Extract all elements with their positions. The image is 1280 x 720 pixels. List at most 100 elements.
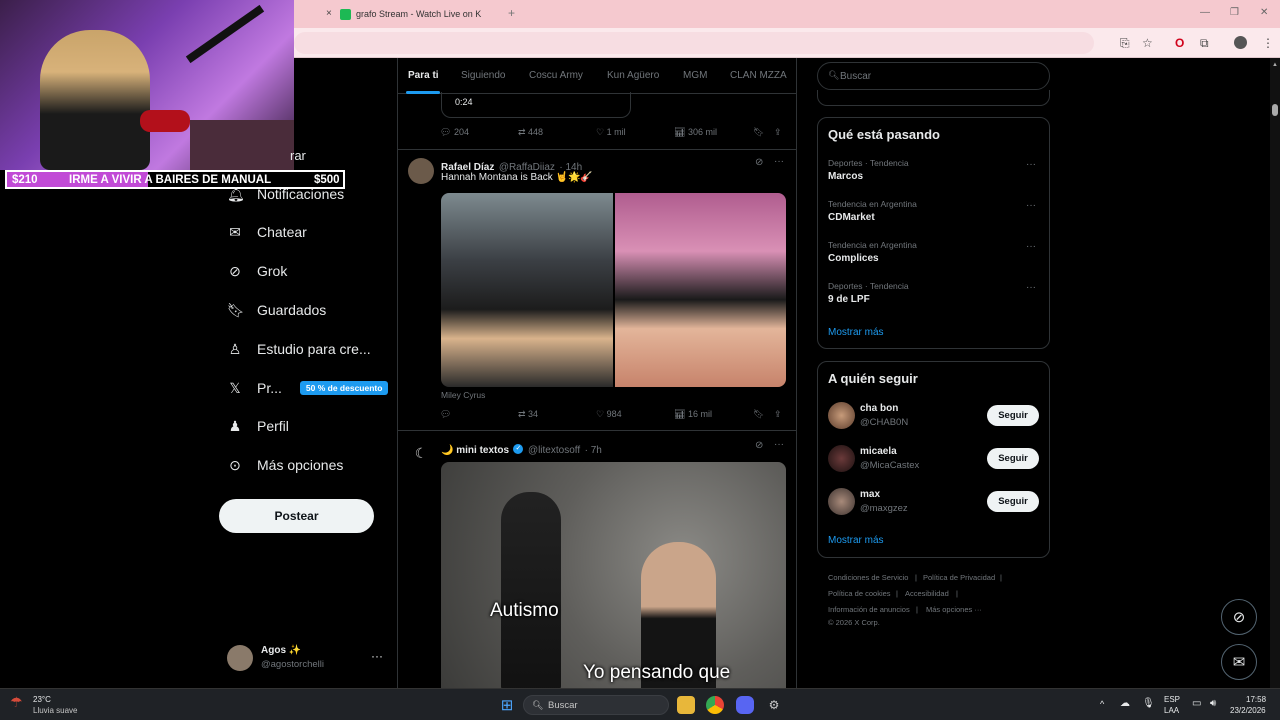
profile-avatar-icon[interactable] [1234, 36, 1247, 49]
volume-icon[interactable]: 🔊︎ [1210, 698, 1216, 709]
scrollbar-thumb[interactable] [1272, 104, 1278, 116]
video-card[interactable]: 0:24 [441, 92, 631, 118]
account-switcher[interactable]: Agos ✨ @agostorchelli ··· [227, 643, 387, 673]
cast-icon[interactable]: ⎘ [1120, 36, 1130, 51]
avatar[interactable] [828, 402, 855, 429]
moon-avatar-icon[interactable]: ☾ [408, 440, 434, 466]
post-button[interactable]: Postear [219, 499, 374, 533]
extensions-icon[interactable]: ⧉ [1200, 36, 1209, 51]
footer-privacy-link[interactable]: Política de Privacidad [923, 573, 995, 582]
file-explorer-icon[interactable] [677, 696, 695, 714]
post-photo[interactable] [441, 193, 786, 387]
author-name[interactable]: 🌙 mini textos [441, 445, 509, 456]
like-button[interactable]: ♡ 984 [596, 409, 622, 420]
follow-name[interactable]: micaela [860, 446, 897, 457]
nav-saved[interactable]: 🔖︎ Guardados [227, 298, 326, 322]
tab-mgm[interactable]: MGM [683, 70, 707, 81]
avatar[interactable] [408, 158, 434, 184]
footer-more-link[interactable]: Más opciones ··· [926, 605, 982, 614]
nav-more-options[interactable]: ⊙ Más opciones [227, 453, 343, 477]
follow-button[interactable]: Seguir [987, 448, 1039, 469]
network-icon[interactable]: ▭ [1192, 698, 1201, 709]
share-button[interactable]: ⇪ [774, 127, 782, 138]
clock-date[interactable]: 23/2/2026 [1230, 706, 1266, 715]
tab-siguiendo[interactable]: Siguiendo [461, 70, 505, 81]
nav-grok[interactable]: ⊘ Grok [227, 259, 287, 283]
grok-icon[interactable]: ⊘ [755, 157, 763, 168]
bookmark-button[interactable]: 🔖︎ [753, 409, 764, 420]
bookmark-button[interactable]: 🔖︎ [753, 127, 764, 138]
discord-icon[interactable] [736, 696, 754, 714]
more-icon[interactable]: ··· [774, 156, 784, 167]
avatar[interactable] [828, 488, 855, 515]
trend-term[interactable]: Complices [828, 253, 879, 264]
messages-fab-icon[interactable]: ✉ [1221, 644, 1257, 680]
nav-creator-studio[interactable]: ♙ Estudio para cre... [227, 337, 371, 361]
mic-icon[interactable]: 🎙︎ [1142, 698, 1155, 709]
search-input[interactable]: 🔍︎ Buscar [817, 62, 1050, 90]
grok-fab-icon[interactable]: ⊘ [1221, 599, 1257, 635]
show-more-trends-link[interactable]: Mostrar más [828, 327, 884, 338]
browser-tab[interactable]: grafo Stream - Watch Live on K [340, 4, 498, 24]
follow-handle[interactable]: @maxgzez [860, 503, 908, 514]
repost-button[interactable]: ⇄ 448 [518, 127, 543, 138]
page-scrollbar[interactable]: ▲ [1270, 58, 1280, 688]
language-bottom[interactable]: LAA [1164, 706, 1179, 715]
nav-chat[interactable]: ✉ Chatear [227, 220, 307, 244]
trend-term[interactable]: 9 de LPF [828, 294, 870, 305]
trend-more-icon[interactable]: ··· [1026, 282, 1036, 293]
avatar[interactable] [828, 445, 855, 472]
reply-button[interactable]: 💬︎ 204 [440, 127, 469, 138]
footer-ads-link[interactable]: Información de anuncios [828, 605, 910, 614]
trend-more-icon[interactable]: ··· [1026, 159, 1036, 170]
cloud-icon[interactable]: ☁ [1120, 698, 1130, 709]
minimize-icon[interactable]: — [1200, 7, 1210, 18]
tab-para-ti[interactable]: Para ti [408, 70, 439, 81]
footer-accessibility-link[interactable]: Accesibilidad [905, 589, 949, 598]
nav-profile[interactable]: ♟ Perfil [227, 414, 289, 438]
new-tab-button[interactable]: + [508, 6, 515, 20]
close-window-icon[interactable]: ✕ [1260, 7, 1268, 18]
nav-premium[interactable]: 𝕏 Pr... 50 % de descuento [227, 376, 389, 400]
footer-cookies-link[interactable]: Política de cookies [828, 589, 891, 598]
trend-term[interactable]: CDMarket [828, 212, 875, 223]
share-button[interactable]: ⇪ [774, 409, 782, 420]
follow-button[interactable]: Seguir [987, 405, 1039, 426]
reply-button[interactable]: 💬︎ [440, 409, 451, 420]
trend-more-icon[interactable]: ··· [1026, 241, 1036, 252]
tray-chevron-icon[interactable]: ^ [1100, 699, 1104, 709]
settings-gear-icon[interactable]: ⚙ [765, 696, 783, 714]
follow-button[interactable]: Seguir [987, 491, 1039, 512]
author-handle[interactable]: @litextosoff [528, 445, 580, 456]
views-button[interactable]: 📊︎ 306 mil [674, 127, 717, 138]
follow-name[interactable]: cha bon [860, 403, 898, 414]
footer-terms-link[interactable]: Condiciones de Servicio [828, 573, 908, 582]
language-top[interactable]: ESP [1164, 695, 1180, 704]
account-more-icon[interactable]: ··· [371, 649, 383, 663]
opera-extension-icon[interactable]: O [1175, 36, 1184, 50]
grok-icon[interactable]: ⊘ [755, 440, 763, 451]
views-button[interactable]: 📊︎ 16 mil [674, 409, 712, 420]
bookmark-star-icon[interactable]: ☆ [1142, 36, 1153, 50]
windows-start-icon[interactable]: ⊞ [498, 696, 516, 714]
repost-button[interactable]: ⇄ 34 [518, 409, 538, 420]
like-button[interactable]: ♡ 1 mil [596, 127, 626, 138]
follow-handle[interactable]: @MicaCastex [860, 460, 919, 471]
close-tab-icon[interactable]: × [326, 8, 332, 19]
trend-term[interactable]: Marcos [828, 171, 863, 182]
tab-clan-mzza[interactable]: CLAN MZZA [730, 70, 787, 81]
tab-kun-aguero[interactable]: Kun Agüero [607, 70, 659, 81]
browser-menu-icon[interactable]: ⋮ [1262, 36, 1274, 50]
meme-image[interactable]: Autismo Yo pensando que [441, 462, 786, 688]
taskbar-search-input[interactable]: 🔍︎ Buscar [523, 695, 669, 715]
more-icon[interactable]: ··· [774, 439, 784, 450]
weather-desc[interactable]: Lluvia suave [33, 706, 77, 715]
chrome-icon[interactable] [706, 696, 724, 714]
clock-time[interactable]: 17:58 [1246, 695, 1266, 704]
post-time[interactable]: · 7h [585, 445, 602, 456]
maximize-icon[interactable]: ❐ [1230, 7, 1239, 18]
nav-notifications[interactable]: 🔔︎ Notificaciones [227, 182, 344, 206]
tab-coscu-army[interactable]: Coscu Army [529, 70, 583, 81]
scroll-up-icon[interactable]: ▲ [1272, 62, 1278, 68]
trend-more-icon[interactable]: ··· [1026, 200, 1036, 211]
